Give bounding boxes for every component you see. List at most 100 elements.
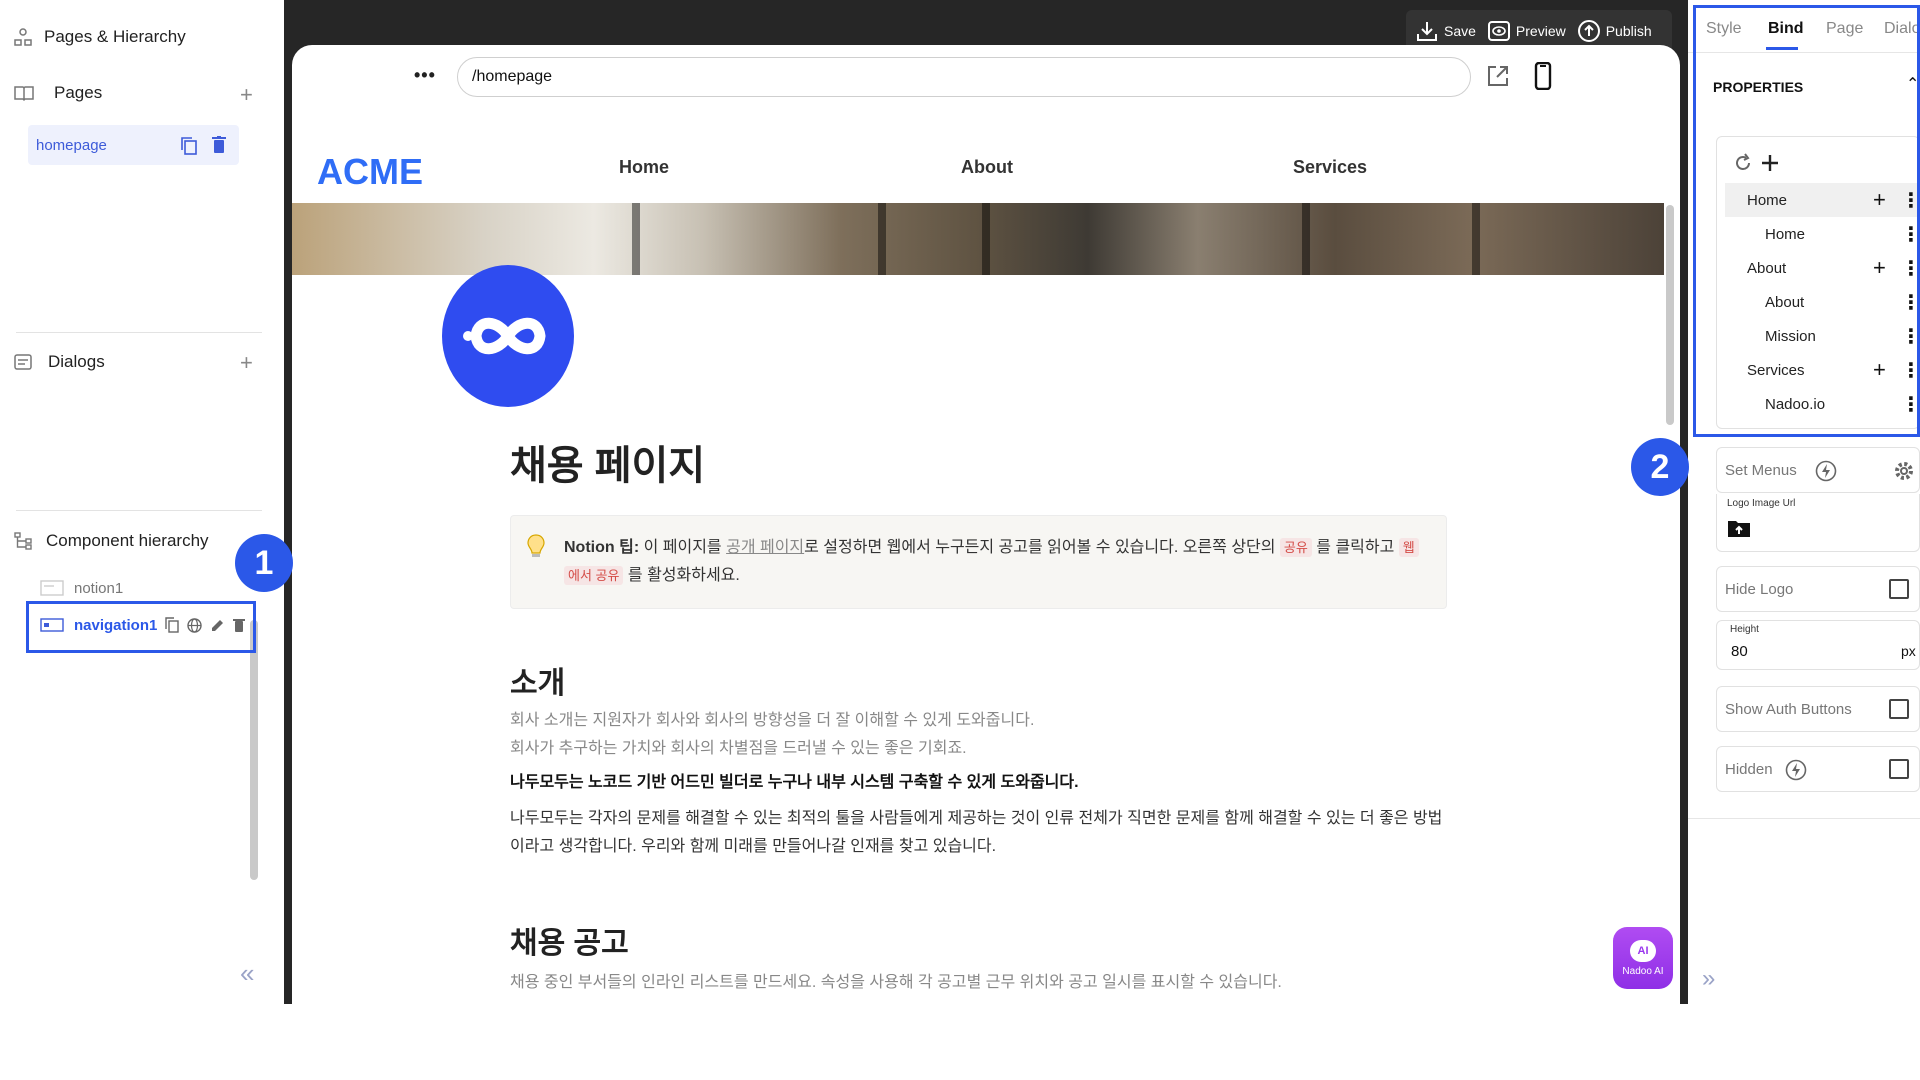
intro-muted-line: 회사가 추구하는 가치와 회사의 차별점을 드러낼 수 있는 좋은 기회죠. xyxy=(510,740,967,757)
bolt-icon[interactable] xyxy=(1785,759,1807,781)
web-share-chip: 에서 공유 xyxy=(564,566,624,585)
callout-text-part: 를 클릭하고 xyxy=(1311,539,1399,556)
hide-logo-label: Hide Logo xyxy=(1725,581,1794,598)
add-dialog-button[interactable]: + xyxy=(240,352,253,374)
lightbulb-icon xyxy=(527,534,545,557)
publish-label: Publish xyxy=(1605,23,1652,39)
save-label: Save xyxy=(1444,23,1476,39)
component-icon xyxy=(40,580,64,596)
ai-button-label: Nadoo AI xyxy=(1622,965,1664,977)
page-title: 채용 페이지 xyxy=(510,444,706,488)
logo-image-url-field[interactable]: Logo Image Url xyxy=(1716,494,1920,552)
upload-icon xyxy=(1577,20,1600,42)
hidden-label: Hidden xyxy=(1725,761,1773,778)
divider xyxy=(1688,818,1920,819)
eye-icon xyxy=(1487,21,1510,41)
hide-logo-checkbox[interactable] xyxy=(1889,579,1909,599)
trash-icon[interactable] xyxy=(212,136,226,154)
mobile-view-icon[interactable] xyxy=(1534,62,1552,90)
step-marker-1: 1 xyxy=(235,534,293,592)
intro-bold-line: 나두모두는 노코드 기반 어드민 빌더로 누구나 내부 시스템 구축할 수 있게… xyxy=(510,774,1079,791)
left-sidebar: Pages & Hierarchy Pages + homepage Dialo… xyxy=(0,0,284,1004)
pages-section-header: Pages xyxy=(14,83,102,103)
page-item-homepage[interactable]: homepage xyxy=(28,125,239,165)
url-field[interactable]: /homepage xyxy=(457,57,1471,97)
nav-item-home[interactable]: Home xyxy=(619,157,669,178)
jobs-muted-line: 채용 중인 부서들의 인라인 리스트를 만드세요. 속성을 사용해 각 공고별 … xyxy=(510,974,1282,991)
notion-callout: Notion 팁: 이 페이지를 공개 페이지로 설정하면 웹에서 누구든지 공… xyxy=(510,515,1447,609)
pages-label: Pages xyxy=(54,83,103,102)
height-value[interactable]: 80 xyxy=(1731,643,1748,660)
intro-body-line: 이라고 생각합니다. 우리와 함께 미래를 만들어나갈 인재를 찾고 있습니다. xyxy=(510,838,997,855)
publish-button[interactable]: Publish xyxy=(1577,20,1652,42)
add-page-button[interactable]: + xyxy=(240,84,253,106)
dialogs-section-header: Dialogs xyxy=(14,352,105,372)
more-options-button[interactable]: ••• xyxy=(414,65,436,86)
height-label: Height xyxy=(1730,624,1759,635)
navigation-bar: ACME Home About Services xyxy=(292,133,1680,203)
callout-text: Notion 팁: 이 페이지를 공개 페이지로 설정하면 웹에서 누구든지 공… xyxy=(564,534,1424,590)
book-icon xyxy=(14,86,34,102)
tree-icon xyxy=(14,532,32,550)
expand-panel-button[interactable]: » xyxy=(1702,965,1715,993)
nav-item-about[interactable]: About xyxy=(961,157,1013,178)
bolt-icon[interactable] xyxy=(1815,460,1837,482)
set-menus-label: Set Menus xyxy=(1725,462,1797,479)
save-button[interactable]: Save xyxy=(1416,20,1476,42)
page-icon xyxy=(442,265,574,407)
callout-text-part: 이 페이지를 xyxy=(639,539,727,556)
pages-hierarchy-title: Pages & Hierarchy xyxy=(44,27,186,46)
copy-icon[interactable] xyxy=(180,136,198,156)
hide-logo-field: Hide Logo xyxy=(1716,566,1920,612)
intro-heading: 소개 xyxy=(510,667,566,700)
upload-folder-icon[interactable] xyxy=(1727,518,1751,538)
scroll-thumb[interactable] xyxy=(1666,205,1674,425)
share-chip: 공유 xyxy=(1279,538,1312,557)
intro-body-line: 나두모두는 각자의 문제를 해결할 수 있는 최적의 툴을 사람들에게 제공하는… xyxy=(510,810,1443,827)
ai-cloud-icon: AI xyxy=(1630,939,1656,962)
nadoo-ai-button[interactable]: AI Nadoo AI xyxy=(1613,927,1673,989)
preview-scrollbar[interactable] xyxy=(1666,205,1674,1004)
show-auth-checkbox[interactable] xyxy=(1889,699,1909,719)
sidebar-scrollbar[interactable] xyxy=(250,620,258,880)
highlight-box xyxy=(26,601,256,653)
divider xyxy=(16,332,262,333)
infinity-logo-icon xyxy=(463,317,546,355)
nav-item-services[interactable]: Services xyxy=(1293,157,1367,178)
height-unit: px xyxy=(1901,643,1916,659)
dialog-icon xyxy=(14,354,32,370)
step-marker-2: 2 xyxy=(1631,438,1689,496)
component-hierarchy-label: Component hierarchy xyxy=(46,531,209,550)
open-external-icon[interactable] xyxy=(1486,64,1510,88)
divider xyxy=(16,510,262,511)
page-preview: ••• /homepage ACME Home About Services 채… xyxy=(292,45,1680,1004)
collapse-sidebar-button[interactable]: « xyxy=(240,958,254,989)
cover-image xyxy=(292,203,1664,275)
dialogs-label: Dialogs xyxy=(48,352,105,371)
component-hierarchy-header: Component hierarchy xyxy=(14,531,209,551)
gear-icon[interactable] xyxy=(1892,459,1916,483)
show-auth-label: Show Auth Buttons xyxy=(1725,701,1852,718)
logo-text: ACME xyxy=(317,151,423,192)
preview-button[interactable]: Preview xyxy=(1487,20,1566,42)
web-share-chip: 웹 xyxy=(1398,538,1419,557)
show-auth-field: Show Auth Buttons xyxy=(1716,686,1920,732)
public-page-link[interactable]: 공개 페이지 xyxy=(726,539,804,556)
page-item-label: homepage xyxy=(36,137,107,154)
callout-text-part: 를 활성화하세요. xyxy=(623,567,740,584)
logo-image-url-label: Logo Image Url xyxy=(1727,498,1796,509)
hidden-field: Hidden xyxy=(1716,746,1920,792)
download-icon xyxy=(1417,22,1437,41)
callout-text-part: 로 설정하면 웹에서 누구든지 공고를 읽어볼 수 있습니다. 오른쪽 상단의 xyxy=(804,539,1280,556)
intro-muted-line: 회사 소개는 지원자가 회사와 회사의 방향성을 더 잘 이해할 수 있게 도와… xyxy=(510,712,1035,729)
highlight-box xyxy=(1693,5,1920,437)
height-field[interactable]: Height 80 px xyxy=(1716,620,1920,670)
hidden-checkbox[interactable] xyxy=(1889,759,1909,779)
component-item-notion1[interactable]: notion1 xyxy=(40,576,123,600)
component-label: notion1 xyxy=(74,579,124,597)
hierarchy-icon xyxy=(14,28,32,46)
set-menus-field[interactable]: Set Menus xyxy=(1716,447,1920,493)
jobs-heading: 채용 공고 xyxy=(510,927,629,960)
pages-hierarchy-header: Pages & Hierarchy xyxy=(14,27,186,47)
callout-bold: Notion 팁: xyxy=(564,539,640,556)
